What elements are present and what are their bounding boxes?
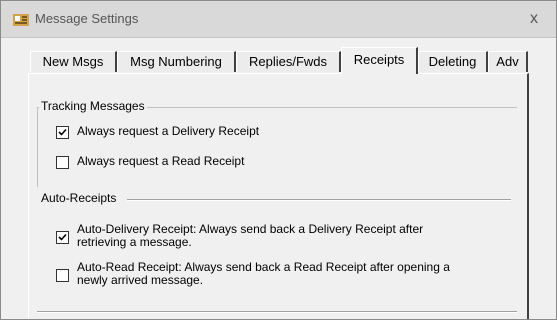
auto-delivery-label-line2[interactable]: retrieving a message. [77,236,192,249]
tab-strip: New Msgs Msg Numbering Replies/Fwds Rece… [28,47,528,74]
message-settings-window: Message Settings x New Msgs Msg Numberin… [0,0,557,320]
checkmark-icon [58,233,67,241]
tab-msg-numbering[interactable]: Msg Numbering [117,51,236,72]
tab-replies-fwds[interactable]: Replies/Fwds [236,51,341,72]
window-title: Message Settings [35,11,139,26]
auto-read-checkbox[interactable] [56,269,69,282]
receipts-panel: Tracking Messages Always request a Deliv… [28,73,529,319]
close-button[interactable]: x [512,1,556,37]
checkmark-icon [58,128,67,136]
auto-read-label-line2[interactable]: newly arrived message. [77,274,203,287]
tracking-groupbox [37,107,517,187]
close-icon: x [530,10,538,27]
delivery-receipt-checkbox[interactable] [56,126,69,139]
delivery-receipt-label[interactable]: Always request a Delivery Receipt [77,125,259,138]
panel-bottom-separator [37,311,517,313]
tab-receipts[interactable]: Receipts [341,47,418,74]
tracking-heading: Tracking Messages [39,99,147,113]
tab-new-msgs[interactable]: New Msgs [30,51,117,72]
auto-receipts-separator [127,199,511,201]
tab-deleting[interactable]: Deleting [418,51,488,72]
app-icon [13,14,29,26]
auto-receipts-heading: Auto-Receipts [39,191,119,205]
auto-delivery-checkbox[interactable] [56,231,69,244]
tab-adv[interactable]: Adv [488,51,528,72]
read-receipt-checkbox[interactable] [56,156,69,169]
read-receipt-label[interactable]: Always request a Read Receipt [77,155,244,168]
title-bar[interactable]: Message Settings x [1,1,556,38]
